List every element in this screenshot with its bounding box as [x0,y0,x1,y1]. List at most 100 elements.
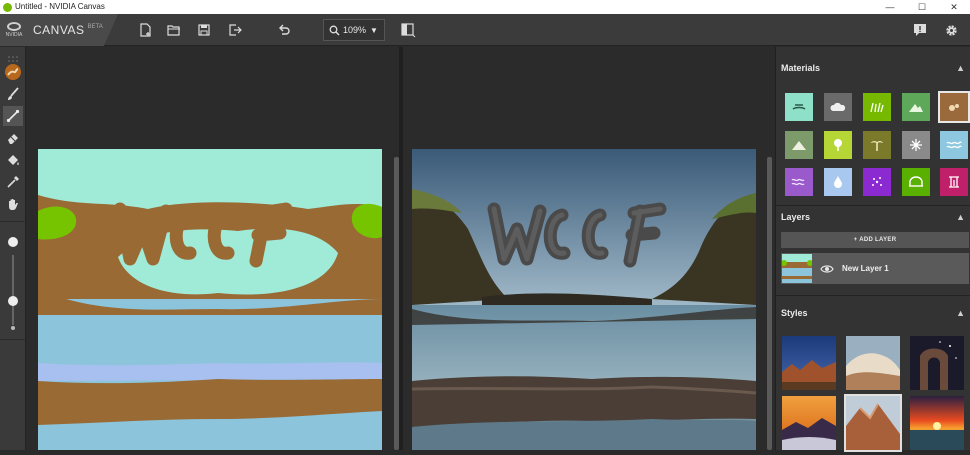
minimize-button[interactable]: — [874,0,906,14]
zoom-dropdown[interactable]: 109% ▼ [323,19,385,41]
line-tool[interactable] [3,106,23,126]
toggle-view-button[interactable] [398,20,418,40]
material-grass[interactable] [863,93,891,121]
material-swatch-icon [5,64,21,80]
line-icon [6,109,20,123]
styles-header[interactable]: Styles ▲ [781,305,969,321]
window-title: Untitled - NVIDIA Canvas [15,2,105,11]
visibility-eye-icon[interactable] [819,261,835,277]
material-waterdrop[interactable] [824,168,852,196]
eraser-tool[interactable] [3,128,23,148]
fill-bucket-tool[interactable] [3,150,23,170]
chevron-up-icon: ▲ [956,308,965,318]
paint-bucket-icon [8,155,19,165]
beta-badge: BETA [87,24,103,30]
river-icon [791,178,805,186]
export-icon [229,24,242,36]
material-hill[interactable] [902,93,930,121]
material-waterfall[interactable] [940,168,968,196]
style-thumbnail[interactable] [782,336,836,390]
new-file-icon [140,23,151,37]
canvas-split-divider[interactable] [399,47,403,450]
material-palm[interactable] [863,131,891,159]
hand-icon [9,199,18,210]
snowflake-icon [910,139,922,151]
cloud-icon [830,102,846,111]
beach-icon [792,104,806,110]
eyedropper-tool[interactable] [3,172,23,192]
brush-size-max-dot [8,237,18,247]
layer-item[interactable]: New Layer 1 [781,253,969,284]
chevron-up-icon: ▲ [956,212,965,222]
materials-header[interactable]: Materials ▲ [781,60,969,76]
layers-header[interactable]: Layers ▲ [781,209,969,225]
style-thumbnail-selected[interactable] [844,394,902,452]
add-layer-button[interactable]: + ADD LAYER [781,232,969,248]
open-folder-button[interactable] [164,20,184,40]
material-river[interactable] [785,168,813,196]
brush-size-min-dot [11,326,15,330]
materials-title: Materials [781,63,821,73]
hill-icon [909,104,923,112]
folder-icon [167,25,180,36]
material-water[interactable] [940,131,968,159]
material-beach[interactable] [785,93,813,121]
style-thumbnail[interactable] [910,396,964,450]
undo-button[interactable] [274,20,294,40]
layer-name: New Layer 1 [842,264,889,273]
waves-icon [946,141,962,149]
tree-icon [834,139,842,151]
close-button[interactable]: ✕ [938,0,970,14]
layers-title: Layers [781,212,811,222]
tool-divider-2 [0,339,26,340]
undo-icon [279,24,290,35]
layer-thumbnail [781,254,813,283]
material-picker-button[interactable] [3,62,23,82]
tool-sidebar [0,47,26,450]
material-cloud[interactable] [824,93,852,121]
brush-size-slider-handle[interactable] [8,296,18,306]
maximize-button[interactable]: ☐ [906,0,938,14]
zoom-value: 109% [343,25,367,35]
material-snow[interactable] [902,131,930,159]
material-mountain[interactable] [785,131,813,159]
settings-button[interactable] [941,20,961,40]
segmentation-canvas[interactable] [38,149,382,450]
panel-separator [776,205,970,206]
save-icon [198,24,210,36]
export-button[interactable] [225,20,245,40]
eyedropper-icon [7,176,19,188]
style-thumbnail[interactable] [846,336,900,390]
chevron-up-icon: ▲ [956,63,965,73]
eraser-icon [8,134,18,144]
mountain-icon [792,141,806,150]
style-thumbnail[interactable] [910,336,964,390]
styles-title: Styles [781,308,808,318]
water-drop-icon [834,176,842,188]
panel-separator [776,295,970,296]
dirt-icon [949,104,959,111]
window-title-bar: Untitled - NVIDIA Canvas — ☐ ✕ [0,0,970,14]
new-file-button[interactable] [135,20,155,40]
brand: NVIDIA CANVAS BETA [0,14,118,46]
grass-icon [870,102,884,113]
material-dirt[interactable] [938,91,970,123]
feedback-icon [914,24,926,36]
sparkle-icon [872,177,882,186]
material-sparkle[interactable] [863,168,891,196]
main-toolbar: NVIDIA CANVAS BETA 109% ▼ [0,14,970,46]
gear-icon [945,24,957,36]
nvidia-app-icon [3,2,12,12]
material-sea[interactable] [902,168,930,196]
pan-tool[interactable] [3,194,23,214]
right-canvas-scrollbar[interactable] [767,157,772,450]
save-button[interactable] [194,20,214,40]
left-canvas-scrollbar[interactable] [394,157,399,450]
brush-size-slider-track[interactable] [12,255,14,325]
feedback-button[interactable] [910,20,930,40]
grip-dots-icon [8,49,18,62]
style-thumbnail[interactable] [782,396,836,450]
material-tree[interactable] [824,131,852,159]
brush-tool[interactable] [3,84,23,104]
app-name: CANVAS [33,23,85,37]
